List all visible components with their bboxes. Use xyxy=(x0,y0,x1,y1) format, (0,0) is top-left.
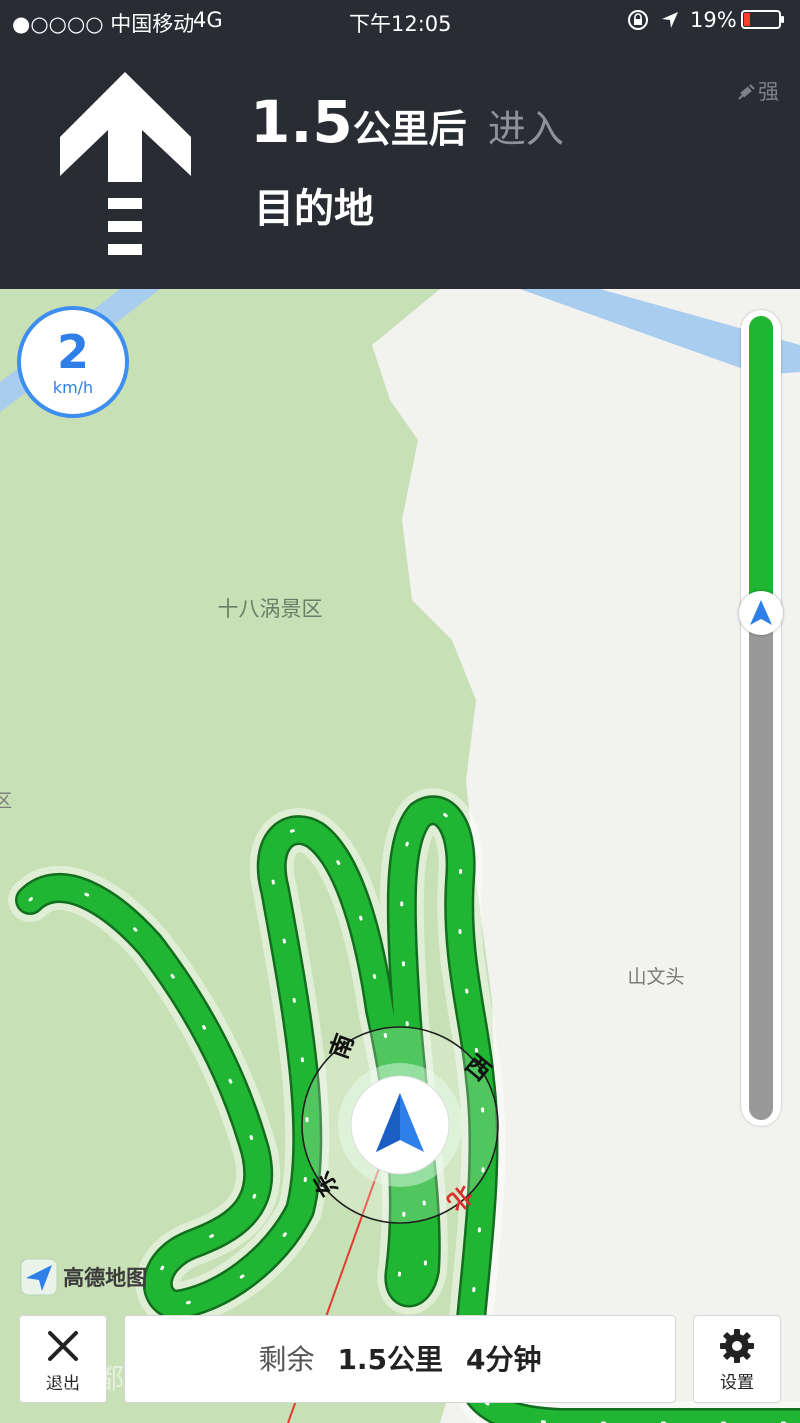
speed-indicator: 2 km/h xyxy=(17,306,129,418)
village-label: 山文头 xyxy=(627,966,684,988)
progress-remaining xyxy=(749,613,773,1120)
progress-position-marker xyxy=(739,591,783,635)
gps-signal: 强 xyxy=(736,76,779,106)
speed-unit: km/h xyxy=(52,378,94,397)
turn-instruction: 1.5公里后 进入 xyxy=(250,88,564,156)
nav-guidance-panel: 1.5公里后 进入 目的地 强 xyxy=(0,40,800,289)
route-progress-bar xyxy=(739,310,783,1126)
gps-signal-label: 强 xyxy=(758,80,779,104)
remaining-distance: 1.5公里 xyxy=(337,1343,444,1376)
watermark: 人人都是产品经理 xyxy=(40,1357,264,1397)
brand-logo: 高德地图 xyxy=(20,1258,147,1296)
settings-button[interactable]: 设置 xyxy=(693,1315,781,1403)
battery-percent: 19% xyxy=(690,8,737,32)
battery-fill xyxy=(744,13,750,26)
status-bar: ●○○○○ 中国移动 4G 下午12:05 19% xyxy=(0,0,800,40)
brand-name: 高德地图 xyxy=(63,1266,148,1290)
network-label: 4G xyxy=(193,8,223,32)
action-label: 进入 xyxy=(487,107,564,151)
straight-arrow-icon xyxy=(60,72,191,255)
destination-name: 目的地 xyxy=(254,186,374,232)
battery-icon xyxy=(741,10,784,29)
carrier-label: ●○○○○ 中国移动 xyxy=(12,12,195,36)
gps-satellite-icon xyxy=(738,84,755,100)
distance-value: 1.5 xyxy=(250,88,353,156)
map-canvas[interactable]: 南 西 东 北 十八涡景区 山文头 区 xyxy=(0,289,800,1423)
map-view[interactable]: 南 西 东 北 十八涡景区 山文头 区 xyxy=(0,289,800,1423)
lock-rotation-icon xyxy=(628,10,648,30)
progress-completed xyxy=(749,316,773,613)
edge-place-label: 区 xyxy=(0,791,12,812)
distance-unit: 公里后 xyxy=(352,107,467,151)
amap-logo-icon xyxy=(20,1258,58,1296)
remaining-label: 剩余 xyxy=(258,1343,315,1376)
speed-value: 2 xyxy=(56,325,89,379)
location-arrow-icon xyxy=(662,12,678,28)
scenic-area-label: 十八涡景区 xyxy=(218,597,323,621)
watermark-text: 人人都是产品经理 xyxy=(40,1362,265,1395)
remaining-time: 4分钟 xyxy=(465,1343,542,1376)
clock: 下午12:05 xyxy=(349,12,452,36)
car-arrow-icon xyxy=(750,600,772,625)
settings-label: 设置 xyxy=(720,1373,754,1393)
gear-icon xyxy=(720,1329,754,1363)
